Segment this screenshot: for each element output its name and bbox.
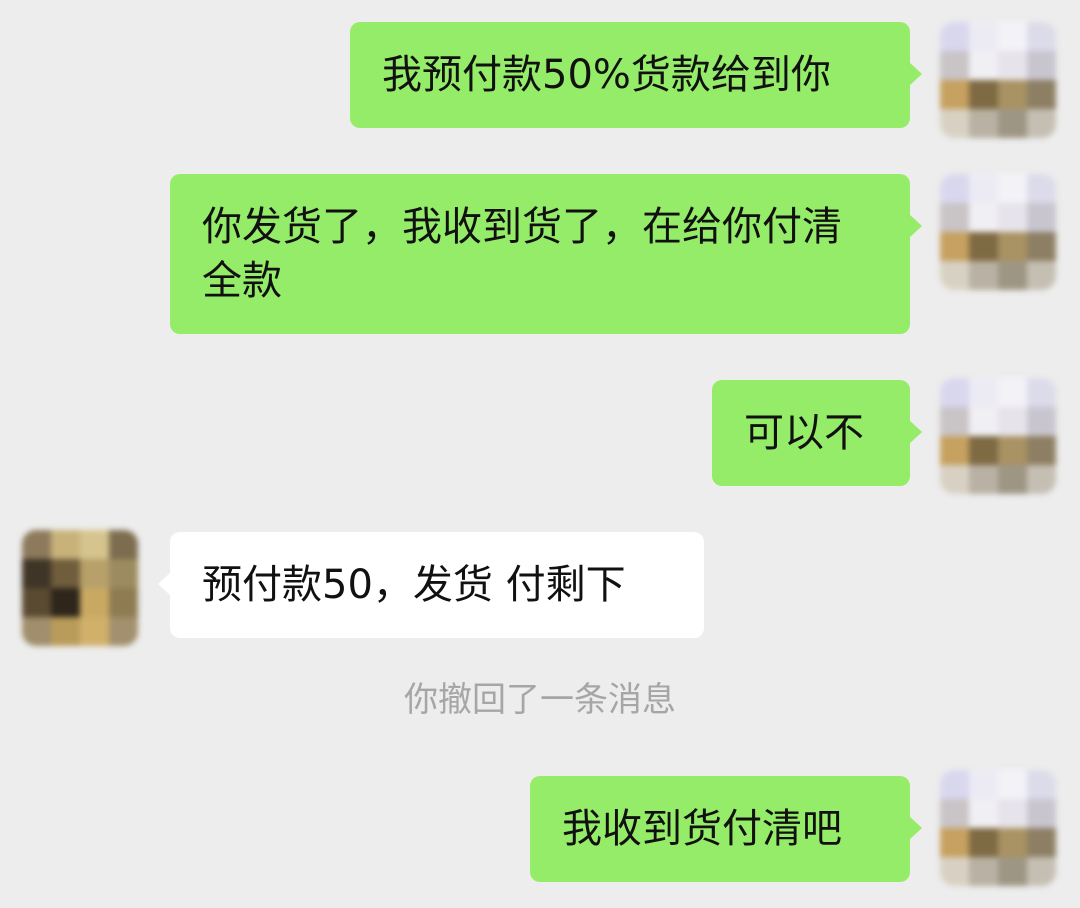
- avatar-pixel: [940, 22, 969, 51]
- avatar-pixel: [998, 378, 1027, 407]
- avatar-pixel: [1027, 51, 1056, 80]
- avatar-pixel: [109, 559, 138, 588]
- self-avatar-icon[interactable]: [940, 770, 1056, 886]
- message-text: 你发货了，我收到货了，在给你付清全款: [202, 204, 842, 304]
- avatar-pixel: [80, 530, 109, 559]
- avatar-pixel: [1027, 828, 1056, 857]
- avatar-pixel: [51, 588, 80, 617]
- avatar-pixel: [969, 828, 998, 857]
- avatar-pixel: [940, 261, 969, 290]
- avatar-pixel: [1027, 232, 1056, 261]
- avatar-pixel: [80, 559, 109, 588]
- avatar-pixel: [969, 465, 998, 494]
- avatar-pixel: [969, 203, 998, 232]
- avatar-pixel: [1027, 799, 1056, 828]
- avatar-pixel: [80, 588, 109, 617]
- message-text: 预付款50，发货 付剩下: [202, 562, 626, 608]
- avatar-pixel: [998, 828, 1027, 857]
- avatar-pixel: [1027, 261, 1056, 290]
- avatar-pixel: [998, 80, 1027, 109]
- avatar-pixel: [109, 588, 138, 617]
- message-text: 可以不: [744, 410, 864, 456]
- avatar-pixel: [969, 109, 998, 138]
- avatar-pixel: [969, 51, 998, 80]
- self-avatar-icon[interactable]: [940, 22, 1056, 138]
- avatar-pixel: [940, 799, 969, 828]
- avatar-pixel: [80, 617, 109, 646]
- avatar-pixel: [998, 261, 1027, 290]
- avatar-pixel: [1027, 407, 1056, 436]
- avatar-pixel: [51, 617, 80, 646]
- avatar-pixel: [998, 203, 1027, 232]
- avatar-pixel: [969, 261, 998, 290]
- avatar-pixel: [998, 51, 1027, 80]
- avatar-pixel: [969, 174, 998, 203]
- avatar-pixel: [51, 530, 80, 559]
- avatar-pixel: [22, 588, 51, 617]
- avatar-pixel: [22, 559, 51, 588]
- avatar-pixel: [940, 174, 969, 203]
- self-avatar-icon[interactable]: [940, 378, 1056, 494]
- avatar-pixel: [969, 857, 998, 886]
- avatar-pixel: [1027, 109, 1056, 138]
- avatar-pixel: [22, 530, 51, 559]
- avatar-pixel: [969, 232, 998, 261]
- avatar-pixel: [51, 559, 80, 588]
- avatar-pixel: [998, 799, 1027, 828]
- avatar-pixel: [998, 174, 1027, 203]
- contact-avatar-icon[interactable]: [22, 530, 138, 646]
- message-text: 我预付款50%货款给到你: [382, 52, 831, 98]
- avatar-pixel: [969, 407, 998, 436]
- avatar-pixel: [998, 436, 1027, 465]
- message-bubble-outgoing[interactable]: 可以不: [712, 380, 922, 486]
- avatar-pixel: [940, 770, 969, 799]
- avatar-pixel: [1027, 22, 1056, 51]
- recall-notice: 你撤回了一条消息: [404, 680, 676, 720]
- avatar-pixel: [998, 22, 1027, 51]
- avatar-pixel: [969, 22, 998, 51]
- message-text: 我收到货付清吧: [562, 806, 842, 852]
- message-bubble-outgoing[interactable]: 我收到货付清吧: [530, 776, 922, 882]
- avatar-pixel: [940, 407, 969, 436]
- avatar-pixel: [1027, 80, 1056, 109]
- message-bubble-incoming[interactable]: 预付款50，发货 付剩下: [158, 532, 704, 638]
- avatar-pixel: [998, 857, 1027, 886]
- avatar-pixel: [998, 232, 1027, 261]
- avatar-pixel: [940, 51, 969, 80]
- avatar-pixel: [1027, 436, 1056, 465]
- avatar-pixel: [969, 799, 998, 828]
- avatar-pixel: [969, 436, 998, 465]
- avatar-pixel: [940, 828, 969, 857]
- avatar-pixel: [969, 770, 998, 799]
- avatar-pixel: [1027, 203, 1056, 232]
- avatar-pixel: [940, 80, 969, 109]
- avatar-pixel: [998, 465, 1027, 494]
- avatar-pixel: [940, 203, 969, 232]
- avatar-pixel: [109, 530, 138, 559]
- avatar-pixel: [940, 109, 969, 138]
- avatar-pixel: [1027, 174, 1056, 203]
- avatar-pixel: [1027, 378, 1056, 407]
- message-bubble-outgoing[interactable]: 你发货了，我收到货了，在给你付清全款: [170, 174, 922, 334]
- avatar-pixel: [109, 617, 138, 646]
- avatar-pixel: [969, 378, 998, 407]
- message-bubble-outgoing[interactable]: 我预付款50%货款给到你: [350, 22, 922, 128]
- avatar-pixel: [940, 378, 969, 407]
- avatar-pixel: [940, 857, 969, 886]
- avatar-pixel: [22, 617, 51, 646]
- avatar-pixel: [998, 109, 1027, 138]
- avatar-pixel: [998, 770, 1027, 799]
- avatar-pixel: [1027, 465, 1056, 494]
- avatar-pixel: [940, 436, 969, 465]
- avatar-pixel: [1027, 770, 1056, 799]
- avatar-pixel: [998, 407, 1027, 436]
- avatar-pixel: [940, 465, 969, 494]
- self-avatar-icon[interactable]: [940, 174, 1056, 290]
- avatar-pixel: [1027, 857, 1056, 886]
- avatar-pixel: [969, 80, 998, 109]
- avatar-pixel: [940, 232, 969, 261]
